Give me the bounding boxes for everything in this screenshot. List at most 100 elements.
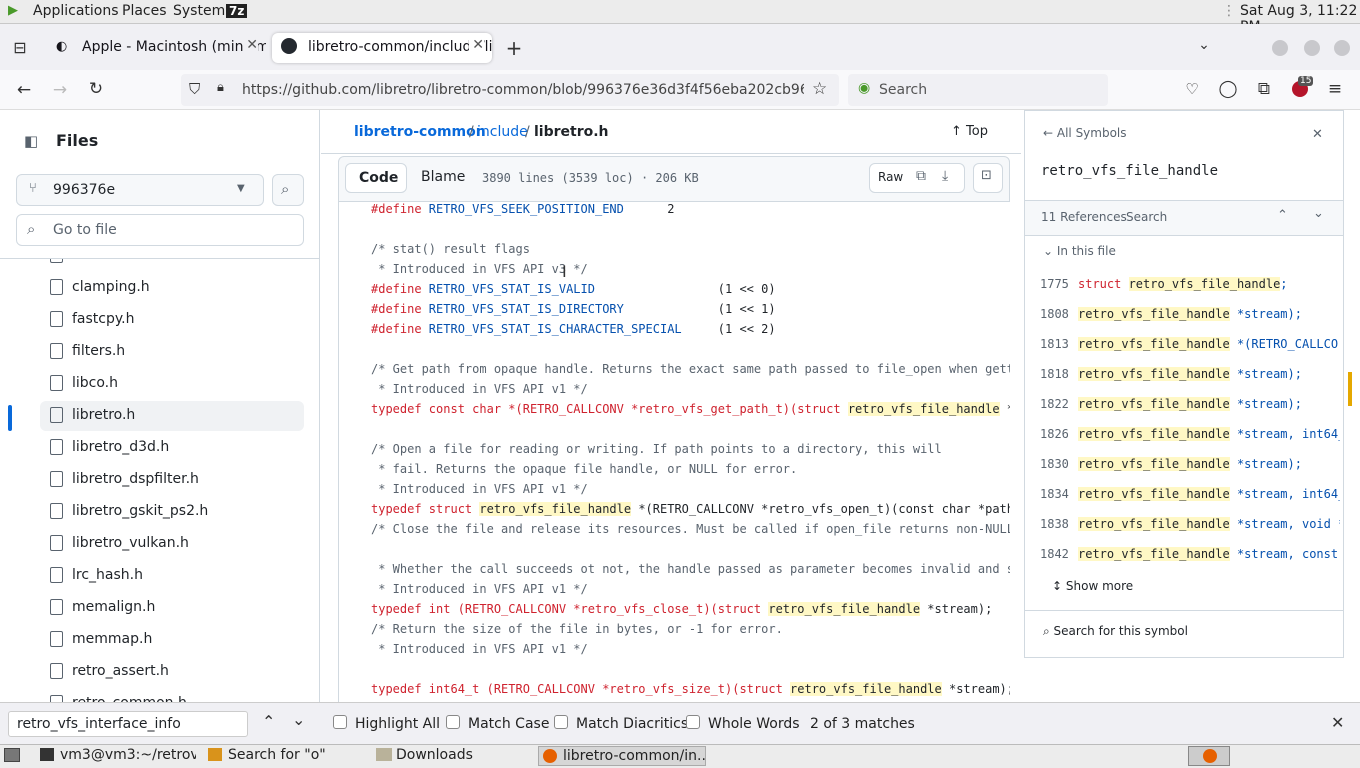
tab-overview-icon[interactable]: ⊟ bbox=[9, 38, 31, 57]
file-item[interactable]: lrc_hash.h bbox=[40, 561, 304, 591]
applications-menu[interactable]: Applications bbox=[33, 3, 119, 19]
search-files-button[interactable]: ⌕ bbox=[272, 174, 304, 206]
code-token: #define bbox=[371, 282, 429, 296]
close-icon[interactable]: ✕ bbox=[1312, 127, 1323, 142]
reload-icon[interactable]: ↻ bbox=[85, 79, 107, 99]
close-window-icon[interactable] bbox=[1334, 40, 1350, 56]
shield-icon[interactable]: ⛉ bbox=[189, 80, 200, 98]
match-case-checkbox[interactable] bbox=[446, 715, 460, 729]
file-item[interactable]: libretro_d3d.h bbox=[40, 433, 304, 463]
file-item[interactable]: memalign.h bbox=[40, 593, 304, 623]
branch-selector[interactable]: ⑂ 996376e ▼ bbox=[16, 174, 264, 206]
match-diacritics-label[interactable]: Match Diacritics bbox=[576, 716, 688, 732]
reference-item[interactable]: 1813 retro_vfs_file_handle *(RETRO_CALLCO bbox=[1040, 337, 1340, 351]
file-item[interactable]: libco.h bbox=[40, 369, 304, 399]
url-bar[interactable]: ⛉ 🔒︎ https://github.com/libretro/libretr… bbox=[181, 74, 839, 106]
reference-item[interactable]: 1826 retro_vfs_file_handle *stream, int64… bbox=[1040, 427, 1340, 441]
symbols-button[interactable]: ⊡ bbox=[973, 163, 1003, 193]
back-icon[interactable]: ← bbox=[13, 80, 35, 100]
taskbar-item-firefox[interactable]: libretro-common/in... bbox=[538, 746, 706, 766]
in-this-file-toggle[interactable]: ⌄ In this file bbox=[1043, 244, 1116, 258]
tab-apple-macintosh[interactable]: ◐ Apple - Macintosh (minivma ✕ bbox=[46, 33, 266, 63]
file-item[interactable]: libretro_vulkan.h bbox=[40, 529, 304, 559]
find-next-icon[interactable]: ⌄ bbox=[292, 710, 305, 729]
active-file-indicator bbox=[8, 405, 12, 431]
find-previous-icon[interactable]: ⌃ bbox=[262, 712, 275, 731]
taskbar-item-downloads[interactable]: Downloads bbox=[372, 746, 532, 766]
highlight-all-label[interactable]: Highlight All bbox=[355, 716, 440, 732]
file-item[interactable]: libretro.h bbox=[40, 401, 304, 431]
file-item[interactable]: clamping.h bbox=[40, 273, 304, 303]
list-tabs-chevron-icon[interactable]: ⌄ bbox=[1193, 37, 1215, 53]
show-desktop-icon[interactable] bbox=[4, 748, 20, 762]
reference-item[interactable]: 1842 retro_vfs_file_handle *stream, const bbox=[1040, 547, 1340, 561]
raw-button[interactable]: Raw bbox=[878, 170, 903, 184]
file-item[interactable]: boolean.h bbox=[40, 259, 304, 271]
search-engine-icon: ◉ bbox=[858, 80, 871, 96]
maximize-icon[interactable] bbox=[1304, 40, 1320, 56]
show-more-button[interactable]: ↕ Show more bbox=[1052, 579, 1133, 593]
collapse-sidebar-button[interactable]: ◧ bbox=[16, 126, 48, 158]
tab-code[interactable]: Code bbox=[345, 163, 407, 193]
match-diacritics-checkbox[interactable] bbox=[554, 715, 568, 729]
extensions-icon[interactable]: ⧉ bbox=[1253, 79, 1275, 99]
menu-icon[interactable]: ≡ bbox=[1324, 79, 1346, 99]
code-token: /* Return the size of the file in bytes,… bbox=[371, 622, 783, 636]
breadcrumb-dir[interactable]: include bbox=[477, 124, 528, 140]
reference-item[interactable]: 1834 retro_vfs_file_handle *stream, int64… bbox=[1040, 487, 1340, 501]
places-menu[interactable]: Places bbox=[122, 3, 167, 19]
close-find-icon[interactable]: ✕ bbox=[1331, 713, 1344, 732]
taskbar-item-terminal[interactable]: vm3@vm3:~/retrov... bbox=[36, 746, 196, 766]
top-button[interactable]: ↑ Top bbox=[951, 124, 988, 139]
pocket-icon[interactable]: ♡ bbox=[1181, 80, 1203, 98]
chevron-up-icon[interactable]: ⌃ bbox=[1277, 208, 1288, 223]
reference-item[interactable]: 1838 retro_vfs_file_handle *stream, void … bbox=[1040, 517, 1340, 531]
references-search[interactable]: Search bbox=[1126, 210, 1167, 224]
new-tab-icon[interactable]: + bbox=[503, 36, 525, 60]
close-icon[interactable]: ✕ bbox=[243, 37, 258, 53]
seven-zip-icon[interactable]: 7z bbox=[226, 4, 248, 18]
code-line: * Whether the call succeeds ot not, the … bbox=[371, 562, 1010, 576]
line-number: 1775 bbox=[1040, 277, 1069, 291]
workspace-switcher[interactable] bbox=[1188, 746, 1230, 766]
go-to-file-input[interactable]: ⌕ Go to file bbox=[16, 214, 304, 246]
reference-item[interactable]: 1775 struct retro_vfs_file_handle; bbox=[1040, 277, 1340, 291]
file-icon bbox=[50, 471, 63, 487]
system-menu[interactable]: System bbox=[173, 3, 225, 19]
highlight-all-checkbox[interactable] bbox=[333, 715, 347, 729]
search-symbol-button[interactable]: ⌕ Search for this symbol bbox=[1043, 624, 1188, 639]
file-item[interactable]: libretro_dspfilter.h bbox=[40, 465, 304, 495]
tab-libretro-common[interactable]: libretro-common/include/lil ✕ bbox=[272, 33, 492, 63]
account-icon[interactable]: ◯ bbox=[1217, 79, 1239, 99]
close-icon[interactable]: ✕ bbox=[469, 37, 484, 53]
tab-blame[interactable]: Blame bbox=[421, 169, 465, 185]
file-item[interactable]: libretro_gskit_ps2.h bbox=[40, 497, 304, 527]
search-bar[interactable]: ◉ Search bbox=[848, 74, 1108, 106]
reference-item[interactable]: 1808 retro_vfs_file_handle *stream); bbox=[1040, 307, 1340, 321]
reference-item[interactable]: 1822 retro_vfs_file_handle *stream); bbox=[1040, 397, 1340, 411]
reference-item[interactable]: 1830 retro_vfs_file_handle *stream); bbox=[1040, 457, 1340, 471]
reference-item[interactable]: 1818 retro_vfs_file_handle *stream); bbox=[1040, 367, 1340, 381]
code-token: RETRO_VFS_STAT_IS_CHARACTER_SPECIAL bbox=[428, 322, 682, 336]
copy-icon[interactable]: ⧉ bbox=[916, 168, 926, 184]
whole-words-label[interactable]: Whole Words bbox=[708, 716, 800, 732]
file-item[interactable]: memmap.h bbox=[40, 625, 304, 655]
minimize-icon[interactable] bbox=[1272, 40, 1288, 56]
file-item[interactable]: retro_assert.h bbox=[40, 657, 304, 687]
file-item[interactable]: fastcpy.h bbox=[40, 305, 304, 335]
chevron-down-icon[interactable]: ⌄ bbox=[1313, 206, 1324, 221]
lock-icon[interactable]: 🔒︎ bbox=[217, 80, 224, 95]
taskbar-item-search[interactable]: Search for "o" bbox=[204, 746, 364, 766]
download-icon[interactable]: ⤓ bbox=[942, 168, 948, 184]
breadcrumb-repo[interactable]: libretro-common bbox=[354, 124, 486, 140]
file-item[interactable]: retro_common.h bbox=[40, 689, 304, 702]
forward-icon[interactable]: → bbox=[49, 80, 71, 100]
find-input[interactable]: retro_vfs_interface_info bbox=[8, 711, 248, 737]
url-text[interactable]: https://github.com/libretro/libretro-com… bbox=[242, 82, 804, 98]
whole-words-checkbox[interactable] bbox=[686, 715, 700, 729]
all-symbols-link[interactable]: ← All Symbols bbox=[1043, 126, 1127, 140]
file-item[interactable]: filters.h bbox=[40, 337, 304, 367]
bookmark-star-icon[interactable]: ☆ bbox=[812, 79, 827, 99]
search-icon: ⌕ bbox=[27, 220, 36, 238]
match-case-label[interactable]: Match Case bbox=[468, 716, 549, 732]
